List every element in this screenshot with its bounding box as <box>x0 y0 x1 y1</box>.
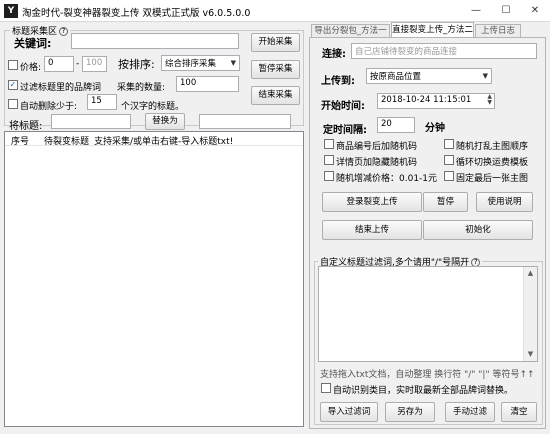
price-label: 价格: <box>20 63 42 73</box>
help-button[interactable]: 使用说明 <box>476 192 533 212</box>
spin-icon[interactable]: ▲ ▼ <box>487 94 492 106</box>
option-label-4: 随机增减价格：0.01-1元 <box>336 174 438 184</box>
option-label-0: 商品编号后加随机码 <box>336 142 418 152</box>
auto-brand-label: 自动识别类目，实时取最新全部品牌词替换。 <box>333 386 514 396</box>
interval-unit: 分钟 <box>425 123 445 134</box>
close-button[interactable]: ✕ <box>520 0 550 22</box>
help-icon[interactable]: ? <box>59 27 69 36</box>
option-label-5: 固定最后一张主图 <box>456 174 529 184</box>
title-list-header: 序号 待裂变标题 支持采集/或单击右键-导入标题txt! <box>5 132 303 147</box>
sort-select[interactable]: 综合排序采集 ▼ <box>161 55 240 71</box>
link-label: 连接: <box>322 49 346 60</box>
title-replace-label: 将标题: <box>9 121 43 132</box>
collect-count-label: 采集的数量: <box>117 83 166 93</box>
option-checkbox-3[interactable] <box>444 155 454 165</box>
option-label-3: 循环切换运费模板 <box>456 158 529 168</box>
start-time-label: 开始时间: <box>321 101 365 112</box>
pause-upload-button[interactable]: 暂停 <box>423 192 468 212</box>
title-list[interactable]: 序号 待裂变标题 支持采集/或单击右键-导入标题txt! <box>4 131 304 427</box>
sort-select-value: 综合排序采集 <box>165 59 217 69</box>
keyword-label: 关键词: <box>14 37 52 50</box>
filter-words-textarea[interactable]: ▲ ▼ <box>318 266 538 362</box>
title-find-input[interactable] <box>51 114 131 129</box>
auto-delete-suffix: 个汉字的标题。 <box>121 102 185 112</box>
price-min-input[interactable]: 0 <box>44 56 74 72</box>
price-checkbox[interactable] <box>8 60 18 70</box>
upload-to-select[interactable]: 按原商品位置 ▼ <box>366 68 492 84</box>
replace-button[interactable]: 替换为 <box>145 113 185 130</box>
title-bar: Y 淘金时代-裂变神器裂变上传 双模式正式版 v6.0.5.0.0 — ☐ ✕ <box>0 0 550 22</box>
minimize-button[interactable]: — <box>461 0 491 22</box>
chevron-down-icon: ▼ <box>230 59 236 67</box>
upload-to-label: 上传到: <box>321 76 355 87</box>
col-header-no[interactable]: 序号 <box>11 134 29 147</box>
auto-delete-checkbox[interactable] <box>8 99 18 109</box>
manual-filter-button[interactable]: 手动过滤 <box>445 402 495 422</box>
filter-hint: 支持拖入txt文档，自动整理 换行符 "/" "|" 等符号↑↑ <box>320 370 535 380</box>
interval-input[interactable]: 20 <box>377 117 415 133</box>
col-header-title[interactable]: 待裂变标题 <box>44 134 89 147</box>
price-max-input[interactable]: 100 <box>82 56 107 72</box>
scroll-down-icon[interactable]: ▼ <box>524 348 537 361</box>
window-title: 淘金时代-裂变神器裂变上传 双模式正式版 v6.0.5.0.0 <box>22 8 251 19</box>
sort-label: 按排序: <box>118 58 155 71</box>
option-checkbox-1[interactable] <box>444 139 454 149</box>
start-time-value: 2018-10-24 11:15:01 <box>381 95 472 105</box>
start-collect-button[interactable]: 开始采集 <box>251 33 300 52</box>
auto-brand-checkbox[interactable] <box>321 383 331 393</box>
maximize-button[interactable]: ☐ <box>491 0 521 22</box>
link-input[interactable]: 自己店铺待裂变的商品连接 <box>351 43 537 59</box>
col-header-hint: 支持采集/或单击右键-导入标题txt! <box>94 137 234 147</box>
upload-to-value: 按原商品位置 <box>370 72 422 82</box>
title-replace-input[interactable] <box>199 114 291 129</box>
option-checkbox-5[interactable] <box>444 171 454 181</box>
end-collect-button[interactable]: 结束采集 <box>251 86 300 105</box>
collect-count-input[interactable]: 100 <box>176 76 239 92</box>
filter-brand-label: 过滤标题里的品牌词 <box>20 83 102 93</box>
option-label-1: 随机打乱主图顺序 <box>456 142 529 152</box>
interval-label: 定时间隔: <box>323 125 367 136</box>
chevron-down-icon: ▼ <box>482 72 488 80</box>
keyword-input[interactable] <box>71 33 239 49</box>
option-label-2: 详情页加隐藏随机码 <box>336 158 418 168</box>
scrollbar[interactable]: ▲ ▼ <box>523 267 537 361</box>
init-button[interactable]: 初始化 <box>423 220 533 240</box>
option-checkbox-0[interactable] <box>324 139 334 149</box>
scroll-up-icon[interactable]: ▲ <box>524 267 537 280</box>
start-time-input[interactable]: 2018-10-24 11:15:01 ▲ ▼ <box>377 93 495 109</box>
pause-collect-button[interactable]: 暂停采集 <box>251 60 300 79</box>
auto-delete-input[interactable]: 15 <box>87 94 117 110</box>
save-as-button[interactable]: 另存为 <box>385 402 435 422</box>
import-filter-button[interactable]: 导入过滤词 <box>320 402 378 422</box>
tab-export-package[interactable]: 导出分裂包_方法一 <box>311 24 390 37</box>
tab-direct-upload[interactable]: 直接裂变上传_方法二 <box>391 22 474 37</box>
auto-delete-label: 自动删除少于: <box>20 102 78 112</box>
login-upload-button[interactable]: 登录裂变上传 <box>322 192 422 212</box>
clear-button[interactable]: 清空 <box>501 402 537 422</box>
end-upload-button[interactable]: 结束上传 <box>322 220 422 240</box>
price-dash: - <box>76 59 80 69</box>
option-checkbox-2[interactable] <box>324 155 334 165</box>
filter-brand-checkbox[interactable]: ✓ <box>8 80 18 90</box>
option-checkbox-4[interactable] <box>324 171 334 181</box>
tab-upload-log[interactable]: 上传日志 <box>475 24 521 37</box>
app-icon: Y <box>4 4 18 18</box>
